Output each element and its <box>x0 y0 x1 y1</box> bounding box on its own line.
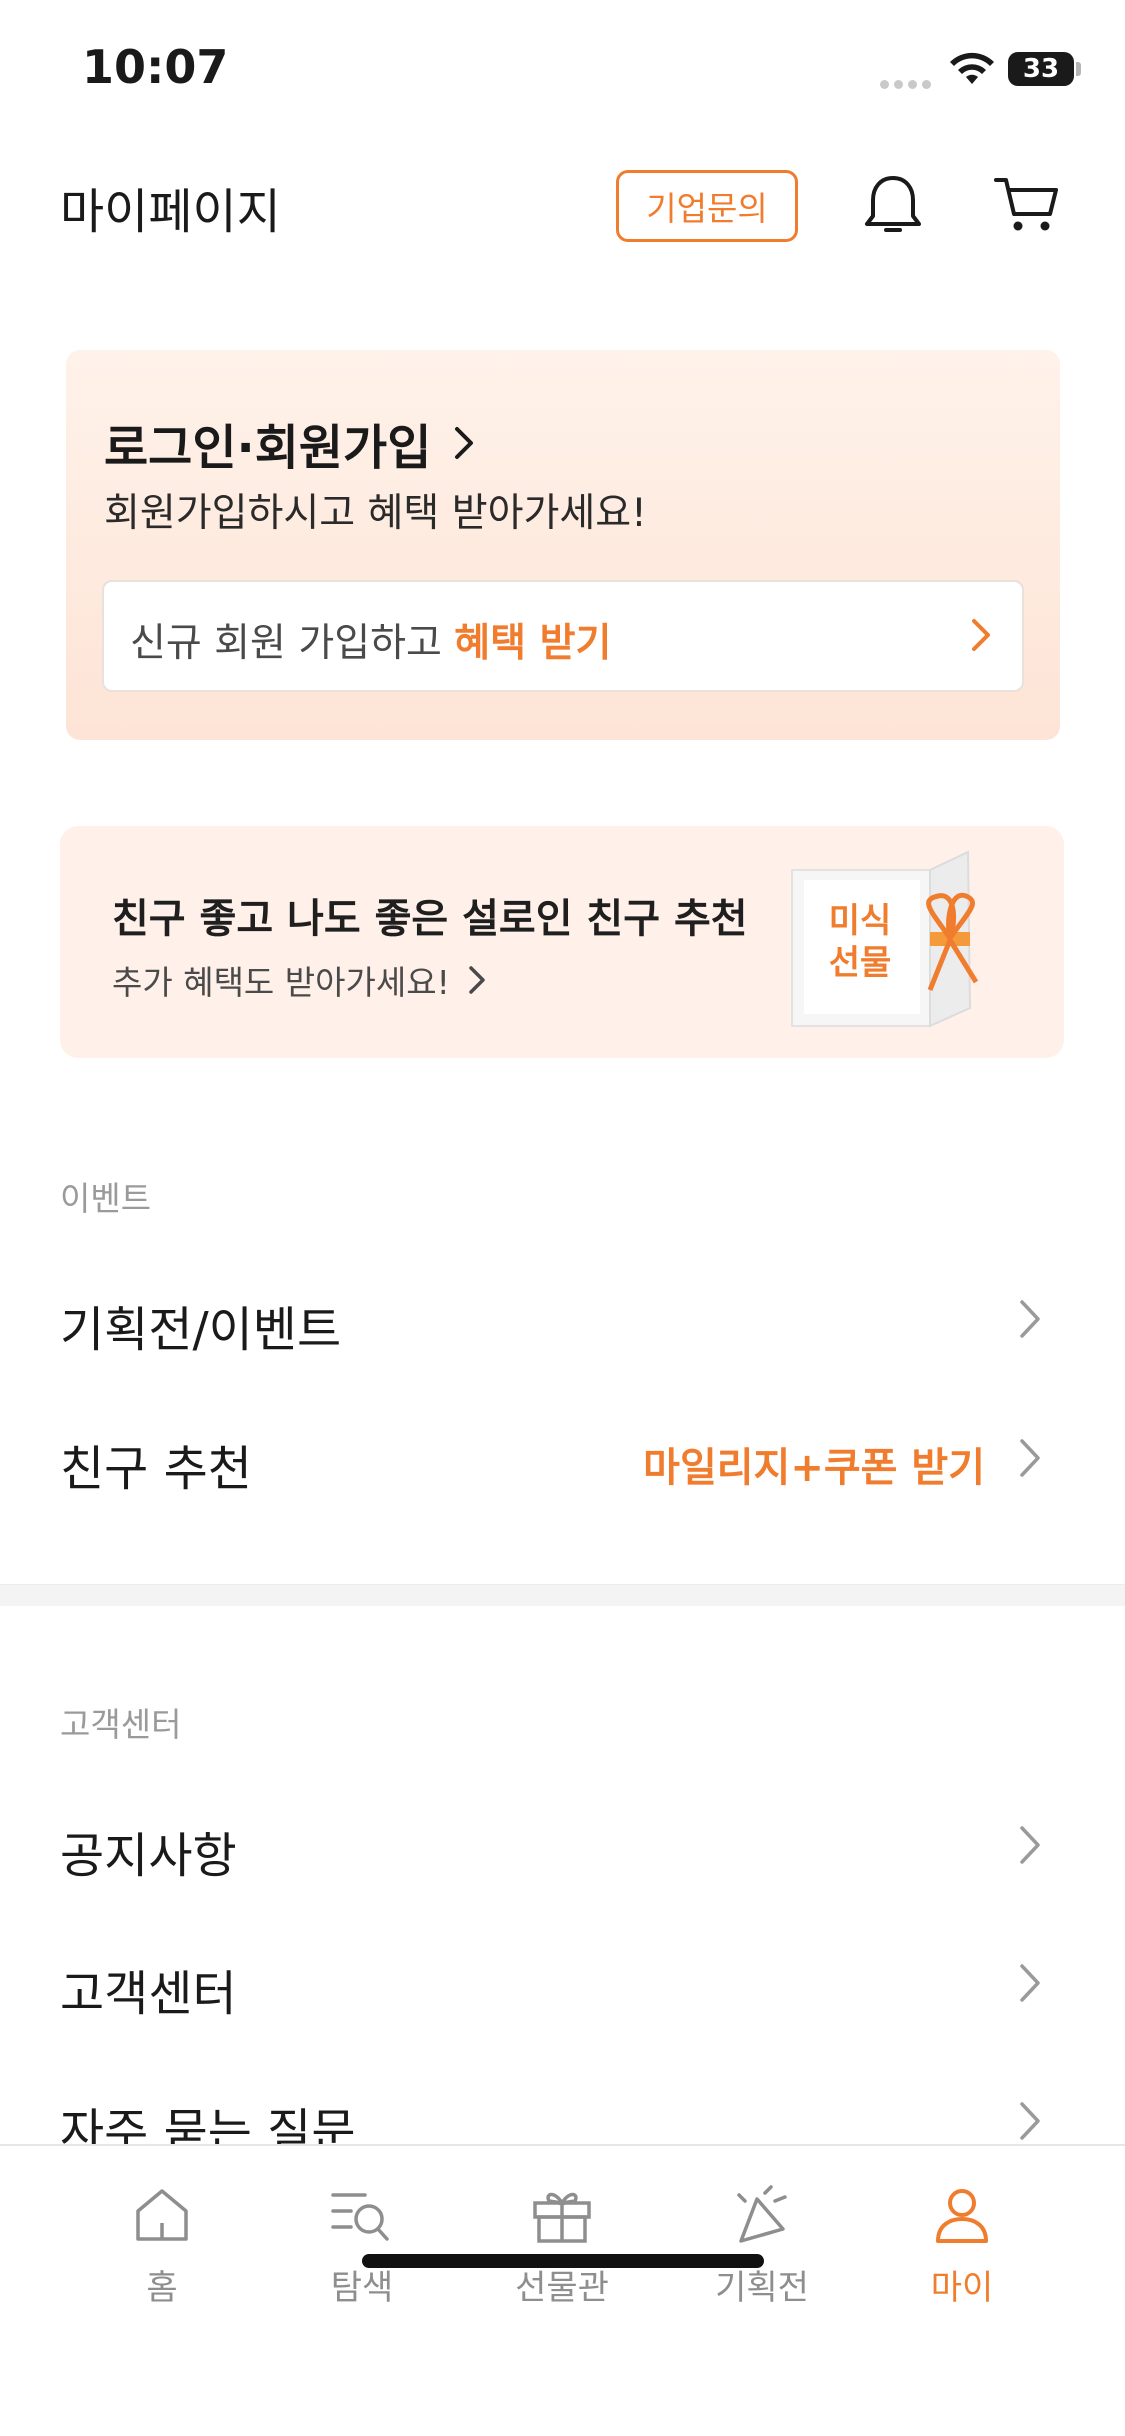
chevron-right-icon <box>1020 1964 1040 2002</box>
friend-referral-banner[interactable]: 친구 좋고 나도 좋은 설로인 친구 추천 추가 혜택도 받아가세요! 미식 선… <box>60 826 1064 1058</box>
referral-reward-text: 마일리지+쿠폰 받기 <box>643 1445 985 1491</box>
menu-row-promotions[interactable]: 기획전/이벤트 <box>0 1254 1125 1384</box>
row-label: 기획전/이벤트 <box>60 1302 342 1358</box>
tab-promotions[interactable]: 기획전 <box>682 2182 842 2309</box>
header: 마이페이지 기업문의 <box>0 160 1125 250</box>
row-label: 자주 묻는 질문 <box>60 2104 356 2144</box>
chevron-right-icon <box>455 427 474 459</box>
login-card: 로그인·회원가입 회원가입하시고 혜택 받아가세요! 신규 회원 가입하고 혜택… <box>66 350 1060 740</box>
chevron-right-icon <box>469 966 485 994</box>
gift-icon <box>533 2192 591 2243</box>
chevron-right-icon <box>1020 1300 1040 1338</box>
chevron-right-icon <box>1020 1826 1040 1864</box>
section-label-event: 이벤트 <box>60 1179 152 1218</box>
section-label-support: 고객센터 <box>60 1705 182 1744</box>
join-benefit-button[interactable]: 신규 회원 가입하고 혜택 받기 <box>102 580 1024 692</box>
menu-row-faq[interactable]: 자주 묻는 질문 <box>0 2056 1125 2144</box>
menu-row-notices[interactable]: 공지사항 <box>0 1780 1125 1910</box>
referral-subtitle: 추가 혜택도 받아가세요! <box>112 956 486 1004</box>
row-label: 친구 추천 <box>60 1441 252 1497</box>
party-icon <box>737 2185 787 2243</box>
referral-title: 친구 좋고 나도 좋은 설로인 친구 추천 <box>112 896 748 942</box>
home-indicator[interactable] <box>362 2254 764 2268</box>
section-divider <box>0 1584 1125 1606</box>
business-inquiry-button[interactable]: 기업문의 <box>616 170 798 242</box>
bell-icon[interactable] <box>862 172 924 238</box>
join-text: 신규 회원 가입하고 혜택 받기 <box>130 621 612 666</box>
login-title: 로그인·회원가입 <box>104 420 432 476</box>
join-highlight: 혜택 받기 <box>454 621 612 666</box>
login-subtitle: 회원가입하시고 혜택 받아가세요! <box>104 491 647 536</box>
login-signup-link[interactable]: 로그인·회원가입 <box>104 408 475 478</box>
gift-text-2: 선물 <box>829 943 892 983</box>
tab-label: 홈 <box>146 2268 178 2308</box>
tab-explore[interactable]: 탐색 <box>282 2182 442 2309</box>
cart-icon[interactable] <box>992 174 1062 236</box>
person-icon <box>936 2189 988 2243</box>
tab-home[interactable]: 홈 <box>82 2182 242 2309</box>
explore-icon <box>331 2193 389 2241</box>
tab-label: 마이 <box>930 2268 994 2308</box>
chevron-right-icon <box>1020 2102 1040 2140</box>
gift-box-icon: 미식 선물 <box>791 850 979 1028</box>
bottom-tab-bar: 홈 탐색 선물관 기획전 마이 <box>0 2144 1125 2436</box>
tab-my[interactable]: 마이 <box>882 2182 1042 2309</box>
tab-gift-shop[interactable]: 선물관 <box>482 2182 642 2309</box>
row-label: 공지사항 <box>60 1828 237 1884</box>
chevron-right-icon <box>1020 1439 1040 1477</box>
page-title: 마이페이지 <box>60 184 281 240</box>
chevron-right-icon <box>972 619 990 651</box>
gift-text-1: 미식 <box>829 901 892 941</box>
row-label: 고객센터 <box>60 1966 237 2022</box>
home-icon <box>136 2189 188 2241</box>
menu-row-friend-referral[interactable]: 친구 추천 마일리지+쿠폰 받기 <box>0 1393 1125 1523</box>
menu-row-customer-center[interactable]: 고객센터 <box>0 1918 1125 2048</box>
